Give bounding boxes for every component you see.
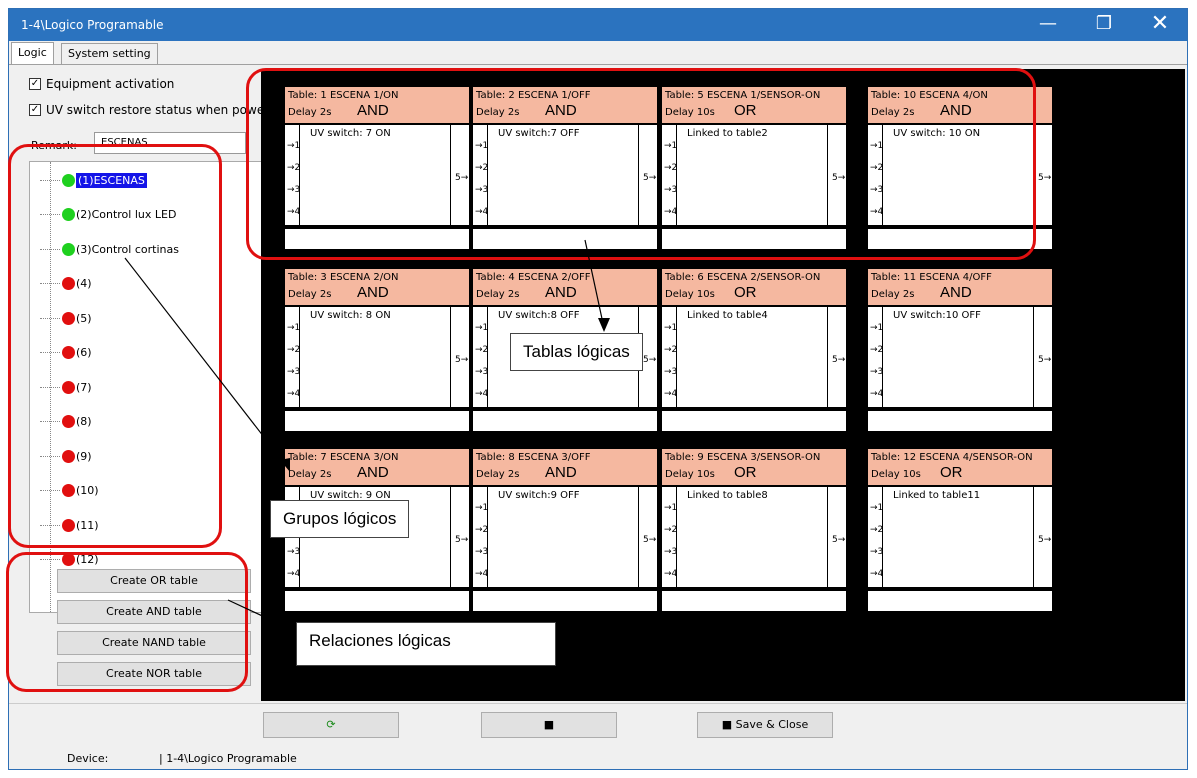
callout-grupos-logicos: Grupos lógicos xyxy=(270,500,410,538)
annotation-arrows xyxy=(124,239,610,642)
callout-tablas-logicas: Tablas lógicas xyxy=(510,333,643,371)
callout-relaciones-logicas: Relaciones lógicas xyxy=(296,622,556,666)
